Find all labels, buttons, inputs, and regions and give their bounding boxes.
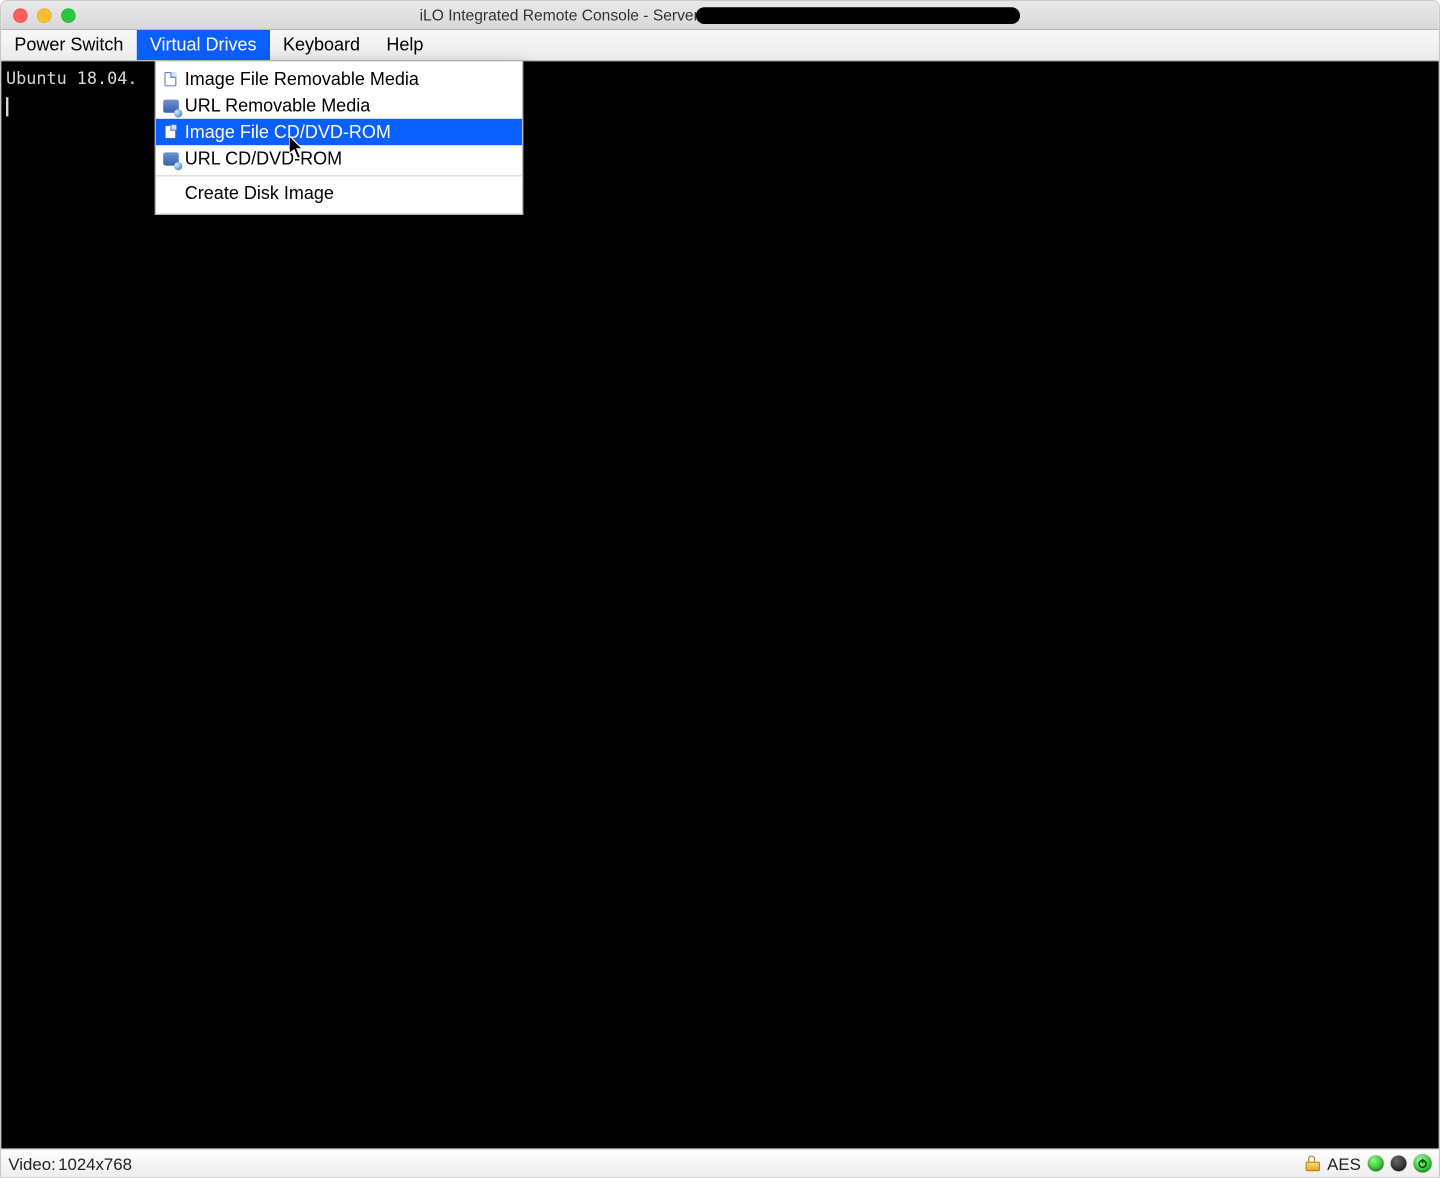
dropdown-item-url-cd-dvd-rom[interactable]: URL CD/DVD-ROM bbox=[156, 145, 522, 171]
dropdown-item-label: Create Disk Image bbox=[185, 183, 334, 203]
dropdown-item-label: URL Removable Media bbox=[185, 95, 370, 115]
redacted-server-name bbox=[696, 8, 1020, 25]
dropdown-separator bbox=[156, 175, 522, 176]
status-video-value: 1024x768 bbox=[58, 1154, 132, 1173]
window-minimize-button[interactable] bbox=[37, 8, 51, 22]
remote-console-window: iLO Integrated Remote Console - Server P… bbox=[0, 0, 1440, 1178]
remote-console-viewport[interactable]: Ubuntu 18.04. bbox=[1, 61, 1439, 1148]
menu-label: Power Switch bbox=[14, 35, 123, 55]
virtual-drives-dropdown: Image File Removable Media URL Removable… bbox=[155, 61, 523, 215]
document-icon bbox=[161, 70, 180, 89]
menu-label: Help bbox=[386, 35, 423, 55]
status-indicator-dark bbox=[1391, 1156, 1407, 1172]
lock-icon bbox=[1306, 1156, 1320, 1172]
window-traffic-lights bbox=[1, 8, 75, 22]
window-titlebar: iLO Integrated Remote Console - Server bbox=[1, 1, 1439, 30]
menubar: Power Switch Virtual Drives Keyboard Hel… bbox=[1, 30, 1439, 61]
network-drive-icon bbox=[161, 96, 180, 115]
menu-label: Keyboard bbox=[283, 35, 360, 55]
menu-label: Virtual Drives bbox=[150, 35, 257, 55]
network-drive-icon bbox=[161, 149, 180, 168]
dropdown-item-image-file-cd-dvd-rom[interactable]: Image File CD/DVD-ROM bbox=[156, 119, 522, 145]
status-video: Video:1024x768 bbox=[8, 1154, 132, 1173]
dropdown-item-url-removable-media[interactable]: URL Removable Media bbox=[156, 92, 522, 118]
status-video-label: Video: bbox=[8, 1154, 55, 1173]
dropdown-item-label: Image File Removable Media bbox=[185, 69, 419, 89]
dropdown-item-label: URL CD/DVD-ROM bbox=[185, 148, 342, 168]
document-icon bbox=[161, 122, 180, 141]
window-close-button[interactable] bbox=[13, 8, 27, 22]
window-title: iLO Integrated Remote Console - Server bbox=[1, 6, 1439, 25]
terminal-cursor-icon bbox=[6, 97, 8, 116]
menu-keyboard[interactable]: Keyboard bbox=[270, 30, 373, 60]
dropdown-item-create-disk-image[interactable]: Create Disk Image bbox=[156, 180, 522, 206]
dropdown-item-image-file-removable-media[interactable]: Image File Removable Media bbox=[156, 66, 522, 92]
dropdown-item-label: Image File CD/DVD-ROM bbox=[185, 122, 391, 142]
status-encryption-label: AES bbox=[1327, 1154, 1361, 1173]
statusbar: Video:1024x768 AES bbox=[1, 1148, 1439, 1177]
window-title-text: iLO Integrated Remote Console - Server bbox=[420, 6, 699, 24]
menu-help[interactable]: Help bbox=[373, 30, 436, 60]
status-indicator-green bbox=[1368, 1156, 1384, 1172]
power-button[interactable] bbox=[1414, 1154, 1432, 1172]
menu-virtual-drives[interactable]: Virtual Drives bbox=[137, 30, 270, 60]
menu-power-switch[interactable]: Power Switch bbox=[1, 30, 136, 60]
window-zoom-button[interactable] bbox=[61, 8, 75, 22]
